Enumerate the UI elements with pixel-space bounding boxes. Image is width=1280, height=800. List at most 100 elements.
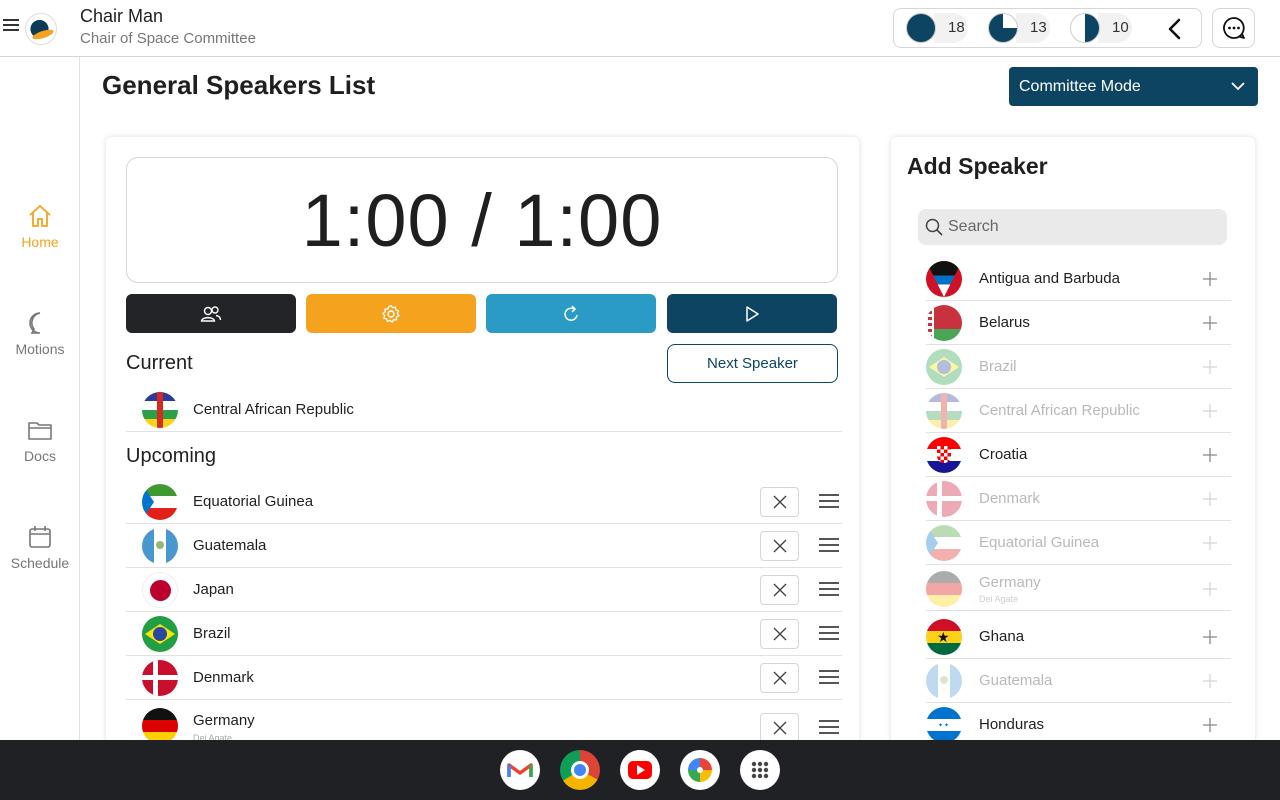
country-name: Antigua and Barbuda xyxy=(979,270,1120,287)
play-button[interactable] xyxy=(667,294,837,333)
upcoming-name: Equatorial Guinea xyxy=(193,493,314,510)
settings-button[interactable] xyxy=(306,294,476,333)
current-section-title: Current xyxy=(126,352,193,374)
upcoming-row[interactable]: Equatorial Guinea xyxy=(126,480,842,524)
flag-brazil-icon xyxy=(142,616,178,652)
speakers-list-card: 1:00 / 1:00 Current Next Speaker Central… xyxy=(106,137,859,747)
add-speaker-row[interactable]: Denmark xyxy=(926,477,1231,521)
close-icon xyxy=(773,583,786,597)
country-name: Honduras xyxy=(979,716,1045,733)
add-speaker-row[interactable]: Germany Dei Agate xyxy=(926,565,1231,611)
plus-icon[interactable] xyxy=(1203,582,1217,596)
flag-guatemala-icon xyxy=(142,528,178,564)
search-input[interactable] xyxy=(948,209,1218,245)
sidebar-item-home[interactable]: Home xyxy=(0,204,80,264)
flag-equatorial-guinea-icon xyxy=(926,525,962,561)
add-speaker-row[interactable]: ★ Ghana xyxy=(926,615,1231,659)
plus-icon[interactable] xyxy=(1203,360,1217,374)
sidebar-item-docs[interactable]: Docs xyxy=(0,418,80,478)
upcoming-row[interactable]: Guatemala xyxy=(126,524,842,568)
next-speaker-button[interactable]: Next Speaker xyxy=(667,344,838,383)
plus-icon[interactable] xyxy=(1203,718,1217,732)
drag-handle-icon[interactable] xyxy=(819,720,839,736)
back-chevron-icon[interactable] xyxy=(1160,14,1190,44)
three-quarter-circle-icon xyxy=(988,13,1018,43)
gmail-icon[interactable] xyxy=(500,750,540,790)
folder-icon xyxy=(28,422,52,440)
people-icon xyxy=(200,305,222,322)
stat-value: 18 xyxy=(934,13,968,43)
plus-icon[interactable] xyxy=(1203,536,1217,550)
chevron-down-icon xyxy=(1231,82,1245,91)
flag-denmark-icon xyxy=(142,660,178,696)
speakers-button[interactable] xyxy=(126,294,296,333)
stat-value: 10 xyxy=(1098,13,1132,43)
gear-icon xyxy=(382,304,400,323)
country-name: Denmark xyxy=(979,490,1040,507)
mode-select-value: Committee Mode xyxy=(1019,77,1141,95)
close-icon xyxy=(773,539,786,553)
flag-equatorial-guinea-icon xyxy=(142,484,178,520)
remove-button[interactable] xyxy=(760,575,799,605)
photos-icon[interactable] xyxy=(680,750,720,790)
remove-button[interactable] xyxy=(760,663,799,693)
sidebar-item-label: Docs xyxy=(24,448,56,464)
flag-belarus-icon xyxy=(926,305,962,341)
add-speaker-row[interactable]: Croatia xyxy=(926,433,1231,477)
current-speaker-row: Central African Republic xyxy=(126,388,842,432)
remove-button[interactable] xyxy=(760,531,799,561)
plus-icon[interactable] xyxy=(1203,316,1217,330)
chat-button[interactable] xyxy=(1212,8,1255,48)
upcoming-row[interactable]: Denmark xyxy=(126,656,842,700)
sidebar-item-motions[interactable]: Motions xyxy=(0,311,80,371)
mode-select[interactable]: Committee Mode xyxy=(1009,67,1258,106)
sidebar-item-schedule[interactable]: Schedule xyxy=(0,525,80,585)
add-speaker-row[interactable]: Guatemala xyxy=(926,659,1231,703)
upcoming-row[interactable]: Brazil xyxy=(126,612,842,656)
plus-icon[interactable] xyxy=(1203,404,1217,418)
add-speaker-row[interactable]: Central African Republic xyxy=(926,389,1231,433)
remove-button[interactable] xyxy=(760,713,799,743)
plus-icon[interactable] xyxy=(1203,272,1217,286)
flag-ghana-icon: ★ xyxy=(926,619,962,655)
app-launcher-icon[interactable] xyxy=(740,750,780,790)
stat-half: 10 xyxy=(1070,13,1132,43)
plus-icon[interactable] xyxy=(1203,630,1217,644)
sidebar-item-label: Home xyxy=(21,234,59,250)
app-header: Chair Man Chair of Space Committee 18 13… xyxy=(0,0,1280,57)
full-circle-icon xyxy=(906,13,936,43)
flag-croatia-icon xyxy=(926,437,962,473)
plus-icon[interactable] xyxy=(1203,448,1217,462)
home-icon xyxy=(29,205,51,227)
chrome-icon[interactable] xyxy=(560,750,600,790)
search-field[interactable] xyxy=(918,209,1227,245)
remove-button[interactable] xyxy=(760,487,799,517)
plus-icon[interactable] xyxy=(1203,674,1217,688)
add-speaker-row[interactable]: Belarus xyxy=(926,301,1231,345)
add-speaker-row[interactable]: Equatorial Guinea xyxy=(926,521,1231,565)
page-title: General Speakers List xyxy=(102,70,376,100)
plus-icon[interactable] xyxy=(1203,492,1217,506)
vote-stats: 18 13 10 xyxy=(893,8,1202,48)
youtube-icon[interactable] xyxy=(620,750,660,790)
upcoming-row[interactable]: Japan xyxy=(126,568,842,612)
os-taskbar xyxy=(0,740,1280,800)
drag-handle-icon[interactable] xyxy=(819,626,839,642)
close-icon xyxy=(773,671,786,685)
drag-handle-icon[interactable] xyxy=(819,582,839,598)
drag-handle-icon[interactable] xyxy=(819,494,839,510)
flag-germany-icon xyxy=(926,571,962,607)
menu-icon[interactable] xyxy=(3,19,19,35)
close-icon xyxy=(773,495,786,509)
reset-button[interactable] xyxy=(486,294,656,333)
flag-guatemala-icon xyxy=(926,663,962,699)
drag-handle-icon[interactable] xyxy=(819,670,839,686)
add-speaker-row[interactable]: Brazil xyxy=(926,345,1231,389)
remove-button[interactable] xyxy=(760,619,799,649)
user-name: Chair Man xyxy=(80,6,164,26)
add-speaker-row[interactable]: Antigua and Barbuda xyxy=(926,257,1231,301)
flag-central-african-republic-icon xyxy=(926,393,962,429)
drag-handle-icon[interactable] xyxy=(819,538,839,554)
close-icon xyxy=(773,627,786,641)
speech-bubble-icon xyxy=(29,312,41,334)
